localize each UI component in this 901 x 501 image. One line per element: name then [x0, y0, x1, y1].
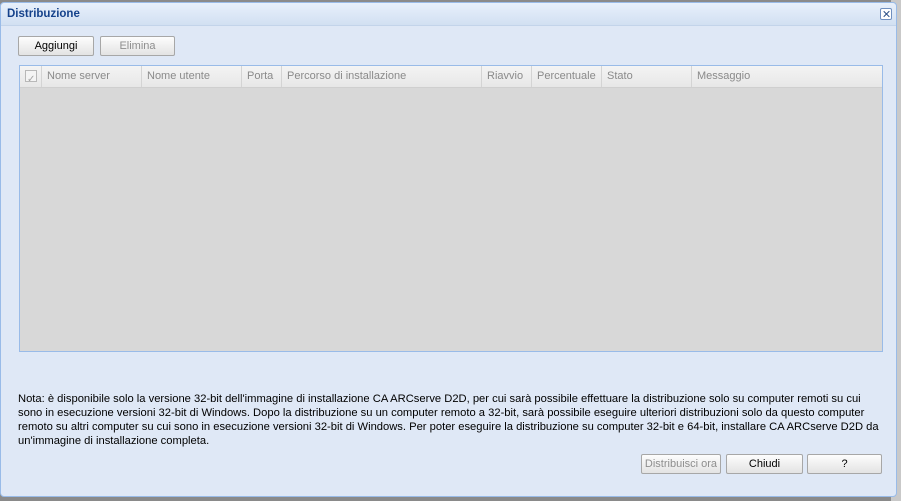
add-button[interactable]: Aggiungi	[18, 36, 94, 56]
deploy-now-button[interactable]: Distribuisci ora	[641, 454, 721, 474]
column-user-name[interactable]: Nome utente	[142, 66, 242, 87]
column-percentage[interactable]: Percentuale	[532, 66, 602, 87]
column-server-name[interactable]: Nome server	[42, 66, 142, 87]
column-install-path[interactable]: Percorso di installazione	[282, 66, 482, 87]
distribution-dialog: Distribuzione Aggiungi Elimina Nome serv…	[0, 2, 897, 497]
note-text: Nota: è disponibile solo la versione 32-…	[18, 393, 879, 447]
dialog-title: Distribuzione	[7, 8, 80, 20]
dialog-titlebar: Distribuzione	[1, 3, 896, 26]
close-icon[interactable]	[880, 8, 892, 20]
server-grid: Nome server Nome utente Porta Percorso d…	[19, 65, 883, 352]
grid-header: Nome server Nome utente Porta Percorso d…	[20, 66, 882, 90]
close-button[interactable]: Chiudi	[726, 454, 803, 474]
checkbox-icon[interactable]	[25, 69, 37, 90]
select-all-column	[20, 66, 42, 90]
column-port[interactable]: Porta	[242, 66, 282, 87]
column-message[interactable]: Messaggio	[692, 66, 882, 87]
column-reboot[interactable]: Riavvio	[482, 66, 532, 87]
column-status[interactable]: Stato	[602, 66, 692, 87]
help-button[interactable]: ?	[807, 454, 882, 474]
delete-button[interactable]: Elimina	[100, 36, 175, 56]
